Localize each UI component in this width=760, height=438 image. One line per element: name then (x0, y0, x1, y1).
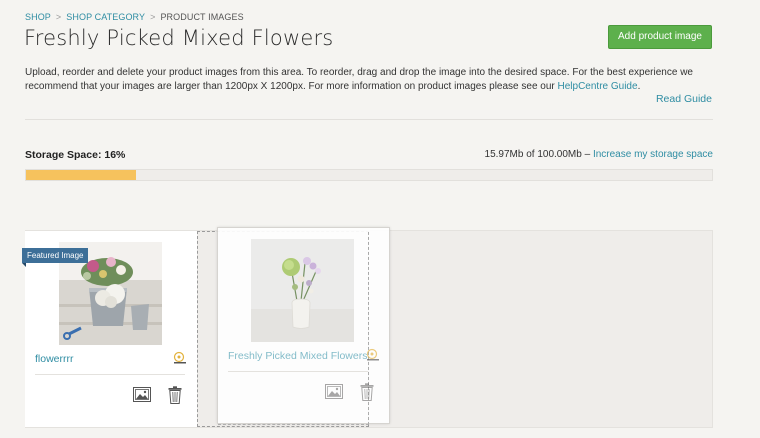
image-name-link[interactable]: Freshly Picked Mixed Flowers (228, 350, 367, 362)
breadcrumb-separator: > (150, 12, 156, 22)
featured-image-badge: Featured Image (22, 248, 89, 267)
storage-usage-text: 15.97Mb of 100.00Mb – (484, 149, 593, 160)
set-featured-image-icon[interactable] (133, 387, 151, 407)
card-divider (228, 371, 368, 372)
add-product-image-button[interactable]: Add product image (608, 25, 712, 49)
intro-end: . (637, 81, 641, 92)
helpcentre-guide-link[interactable]: HelpCentre Guide (558, 81, 638, 92)
increase-storage-link[interactable]: Increase my storage space (593, 149, 713, 160)
delete-trash-icon[interactable] (168, 386, 182, 409)
breadcrumb-shop-link[interactable]: SHOP (25, 12, 51, 22)
shop-logo-icon (173, 351, 187, 370)
shop-logo-icon (366, 348, 380, 367)
storage-progress-fill (26, 170, 136, 180)
product-thumbnail[interactable] (251, 239, 354, 342)
breadcrumb: SHOP > SHOP CATEGORY > PRODUCT IMAGES (25, 12, 244, 22)
storage-usage-info: 15.97Mb of 100.00Mb – Increase my storag… (485, 149, 713, 160)
breadcrumb-separator: > (55, 12, 62, 22)
card-divider (35, 374, 185, 375)
breadcrumb-current: PRODUCT IMAGES (160, 12, 244, 22)
storage-space-label: Storage Space: 16% (25, 149, 126, 161)
delete-trash-icon[interactable] (360, 383, 374, 406)
set-featured-image-icon[interactable] (325, 384, 343, 404)
read-guide-link[interactable]: Read Guide (656, 93, 712, 105)
image-name-link[interactable]: flowerrrr (35, 353, 74, 365)
dragged-image-card[interactable]: Freshly Picked Mixed Flowers (217, 227, 390, 425)
breadcrumb-shop-category-link[interactable]: SHOP CATEGORY (66, 12, 145, 22)
storage-progress-bar (25, 169, 713, 181)
section-divider (25, 119, 713, 120)
intro-text: Upload, reorder and delete your product … (25, 66, 715, 94)
page-title: Freshly Picked Mixed Flowers (24, 26, 334, 50)
